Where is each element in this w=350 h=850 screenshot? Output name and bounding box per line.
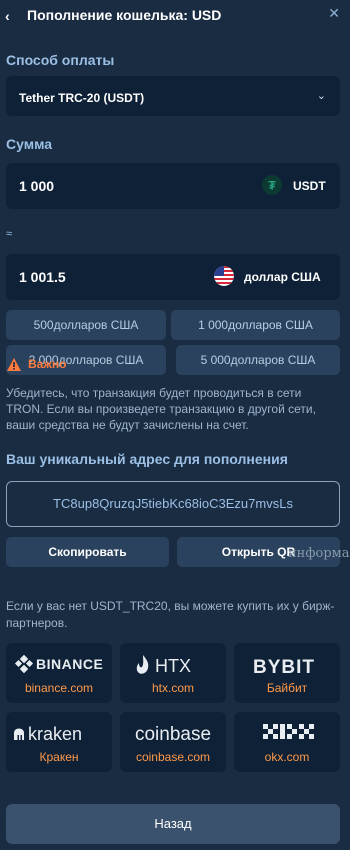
amount-currency: USDT: [293, 179, 326, 193]
warning-icon: [7, 358, 21, 371]
partner-card-htx[interactable]: HTX htx.com: [120, 643, 226, 703]
partner-link-htx[interactable]: htx.com: [120, 681, 226, 695]
info-overlay-text: информа: [288, 546, 350, 561]
partner-card-binance[interactable]: BINANCE binance.com: [6, 643, 112, 703]
address-title: Ваш уникальный адрес для пополнения: [6, 451, 288, 467]
partner-link-binance[interactable]: binance.com: [6, 681, 112, 695]
partner-card-bybit[interactable]: BYBIT Байбит: [234, 643, 340, 703]
partner-link-coinbase[interactable]: coinbase.com: [120, 750, 226, 764]
svg-text:coinbase: coinbase: [135, 724, 211, 745]
payment-method-value: Tether TRC-20 (USDT): [19, 91, 145, 105]
copy-button[interactable]: Скопировать: [6, 537, 169, 567]
warning-text: Убедитесь, что транзакция будет проводит…: [6, 386, 316, 432]
okx-logo-icon: [234, 722, 340, 744]
partner-card-kraken[interactable]: kraken Кракен: [6, 712, 112, 772]
deposit-address-field[interactable]: TC8up8QruzqJ5tiebKc68ioC3Ezu7mvsLs: [6, 481, 340, 527]
kraken-logo-icon: kraken: [6, 722, 112, 744]
approx-symbol: ≈: [6, 228, 13, 240]
partner-link-kraken[interactable]: Кракен: [6, 750, 112, 764]
page-title: Пополнение кошелька: USD: [27, 7, 222, 23]
quick-amount-5000[interactable]: 5 000долларов США: [176, 345, 340, 375]
svg-text:kraken: kraken: [28, 724, 82, 744]
chevron-down-icon: ⌄: [316, 90, 326, 102]
header: ‹ Пополнение кошелька: USD ✕: [0, 0, 350, 32]
bybit-logo-icon: BYBIT: [234, 653, 340, 678]
amount-label: Сумма: [6, 136, 53, 152]
svg-text:₮: ₮: [268, 179, 276, 193]
amount-input[interactable]: 1 000 ₮ USDT: [6, 163, 340, 209]
svg-text:BINANCE: BINANCE: [36, 656, 103, 672]
converted-value: 1 001.5: [19, 269, 66, 285]
quick-amount-1000[interactable]: 1 000долларов США: [171, 310, 340, 340]
amount-value: 1 000: [19, 178, 55, 194]
svg-text:BYBIT: BYBIT: [253, 657, 315, 677]
payment-method-select[interactable]: Tether TRC-20 (USDT) ⌄: [6, 76, 340, 116]
coinbase-logo-icon: coinbase: [120, 722, 226, 745]
partner-card-okx[interactable]: okx.com: [234, 712, 340, 772]
converted-currency: доллар США: [244, 270, 321, 284]
partners-note: Если у вас нет USDT_TRC20, вы можете куп…: [6, 599, 335, 630]
chevron-left-icon[interactable]: ‹: [5, 8, 19, 24]
us-flag-icon: [214, 266, 234, 286]
svg-text:HTX: HTX: [155, 656, 191, 676]
quick-amount-500[interactable]: 500долларов США: [6, 310, 166, 340]
htx-logo-icon: HTX: [120, 653, 226, 676]
back-button[interactable]: Назад: [6, 804, 340, 844]
partner-card-coinbase[interactable]: coinbase coinbase.com: [120, 712, 226, 772]
close-icon[interactable]: ✕: [328, 5, 340, 22]
payment-method-label: Способ оплаты: [6, 52, 115, 68]
partner-link-bybit[interactable]: Байбит: [234, 681, 340, 695]
binance-logo-icon: BINANCE: [6, 653, 112, 675]
converted-amount-input[interactable]: 1 001.5 доллар США: [6, 254, 340, 300]
tether-icon: ₮: [262, 175, 282, 195]
warning-label: Важно: [28, 357, 67, 371]
partner-link-okx[interactable]: okx.com: [234, 750, 340, 764]
